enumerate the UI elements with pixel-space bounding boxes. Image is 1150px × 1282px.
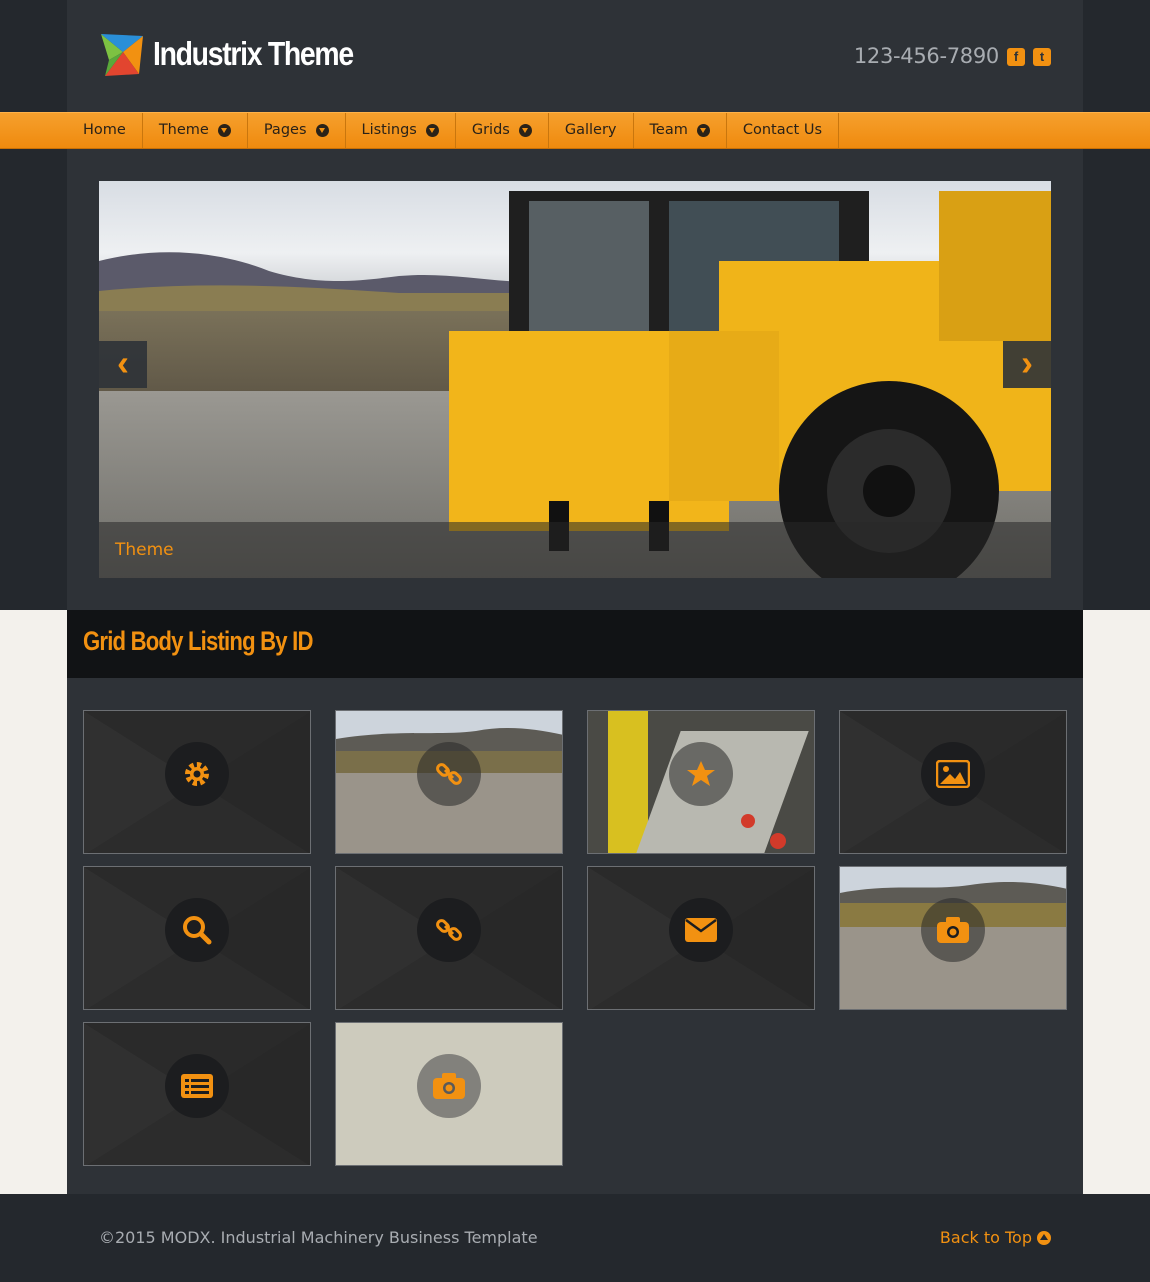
arrow-up-icon [1037,1230,1051,1245]
list-icon [165,1054,229,1118]
section-title: Grid Body Listing By ID [83,626,313,656]
star-icon [669,742,733,806]
hero-slider: ‹ › Theme [99,181,1051,578]
nav-item-grids[interactable]: Grids [456,113,549,148]
phone-number: 123-456-7890 [853,44,999,68]
back-to-top-label: Back to Top [939,1228,1032,1247]
hero-slider-section: ‹ › Theme [67,149,1083,610]
dropdown-arrow-icon [217,124,231,137]
nav-item-label: Contact Us [742,122,823,138]
nav-item-gallery[interactable]: Gallery [549,113,634,148]
link-icon [417,742,481,806]
dropdown-arrow-icon [518,124,532,137]
site-title: Industrix Theme [153,35,354,72]
nav-item-label: Grids [471,122,510,138]
camera-icon [417,1054,481,1118]
grid-header: Grid Body Listing By ID [67,610,1083,678]
twitter-icon[interactable]: t [1033,48,1051,66]
main-nav: Home Theme Pages Listings Grids Gallery … [0,112,1150,149]
copyright-text: ©2015 MODX. Industrial Machinery Busines… [99,1228,538,1247]
grid-tile[interactable] [335,866,563,1010]
slider-next-button[interactable]: › [1003,341,1051,388]
grid-section: Grid Body Listing By ID [67,610,1083,1194]
grid-tile[interactable] [335,1022,563,1166]
image-icon [921,742,985,806]
search-icon [165,898,229,962]
logo-mark-icon [101,34,143,76]
link-icon [417,898,481,962]
grid-tile[interactable] [839,710,1067,854]
nav-item-theme[interactable]: Theme [143,113,248,148]
grid-tile[interactable] [587,866,815,1010]
nav-item-listings[interactable]: Listings [346,113,456,148]
nav-item-label: Gallery [564,122,617,138]
nav-item-label: Team [649,122,688,138]
grid-tile[interactable] [839,866,1067,1010]
site-footer: ©2015 MODX. Industrial Machinery Busines… [0,1194,1150,1282]
grid-tile[interactable] [83,710,311,854]
grid-tile[interactable] [83,1022,311,1166]
dropdown-arrow-icon [425,124,439,137]
grid-tile[interactable] [587,710,815,854]
nav-item-label: Listings [361,122,417,138]
envelope-icon [669,898,733,962]
grid-tile[interactable] [335,710,563,854]
site-logo[interactable]: Industrix Theme [99,30,385,78]
nav-item-label: Theme [158,122,209,138]
nav-item-label: Home [83,122,126,138]
nav-item-pages[interactable]: Pages [248,113,346,148]
camera-icon [921,898,985,962]
grid-tile[interactable] [83,866,311,1010]
slide-caption[interactable]: Theme [99,522,1051,578]
nav-item-team[interactable]: Team [634,113,727,148]
nav-item-contact-us[interactable]: Contact Us [727,113,840,148]
dropdown-arrow-icon [696,124,710,137]
nav-item-home[interactable]: Home [67,113,143,148]
back-to-top-link[interactable]: Back to Top [940,1228,1051,1247]
slider-prev-button[interactable]: ‹ [99,341,147,388]
nav-item-label: Pages [263,122,307,138]
dropdown-arrow-icon [315,124,329,137]
gear-icon [165,742,229,806]
machinery-image [449,191,1051,578]
site-header: Industrix Theme 123-456-7890 f t [67,0,1083,112]
facebook-icon[interactable]: f [1007,48,1025,66]
